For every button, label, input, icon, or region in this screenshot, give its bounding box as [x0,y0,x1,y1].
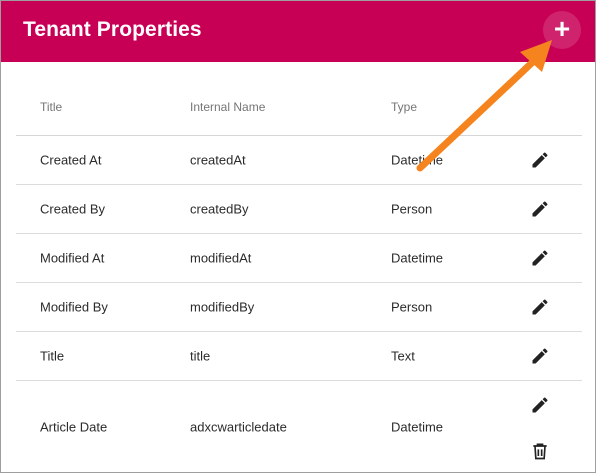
cell-title: Title [40,348,65,364]
pencil-icon[interactable] [530,346,550,366]
page-title: Tenant Properties [23,18,202,41]
cell-type: Person [391,299,433,315]
pencil-icon[interactable] [530,248,550,268]
cell-title: Created By [40,201,106,217]
cell-type: Datetime [391,152,444,168]
pencil-icon[interactable] [530,199,550,219]
cell-internal-name: modifiedAt [190,250,252,266]
cell-internal-name: createdAt [190,152,246,168]
table-row: Modified By modifiedBy Person [16,283,582,332]
cell-title: Modified By [40,299,108,315]
column-header-title: Title [40,100,63,114]
properties-table: Title Internal Name Type Created At crea… [16,62,582,472]
cell-title: Created At [40,152,102,168]
cell-internal-name: title [190,348,211,364]
panel-header: Tenant Properties + [1,1,595,62]
cell-type: Datetime [391,250,444,266]
table-row: Created By createdBy Person [16,185,582,234]
table-row: Created At createdAt Datetime [16,136,582,185]
cell-type: Text [391,348,415,364]
cell-type: Person [391,201,433,217]
add-property-button[interactable]: + [543,11,581,49]
cell-internal-name: adxcwarticledate [190,419,287,434]
cell-type: Datetime [391,419,444,434]
pencil-icon[interactable] [530,150,550,170]
cell-title: Article Date [40,419,108,434]
pencil-icon[interactable] [530,297,550,317]
column-header-type: Type [391,100,418,114]
table-row: Title title Text [16,332,582,381]
pencil-icon[interactable] [530,395,550,415]
trash-icon[interactable] [530,441,550,461]
cell-internal-name: createdBy [190,201,249,217]
tenant-properties-panel: Tenant Properties + Title Internal Name … [0,0,596,473]
table-header: Title Internal Name Type [16,62,582,136]
table-row: Article Date adxcwarticledate Datetime [16,381,582,472]
cell-title: Modified At [40,250,105,266]
cell-internal-name: modifiedBy [190,299,255,315]
column-header-internal-name: Internal Name [190,100,266,114]
table-row: Modified At modifiedAt Datetime [16,234,582,283]
plus-icon: + [553,13,571,44]
